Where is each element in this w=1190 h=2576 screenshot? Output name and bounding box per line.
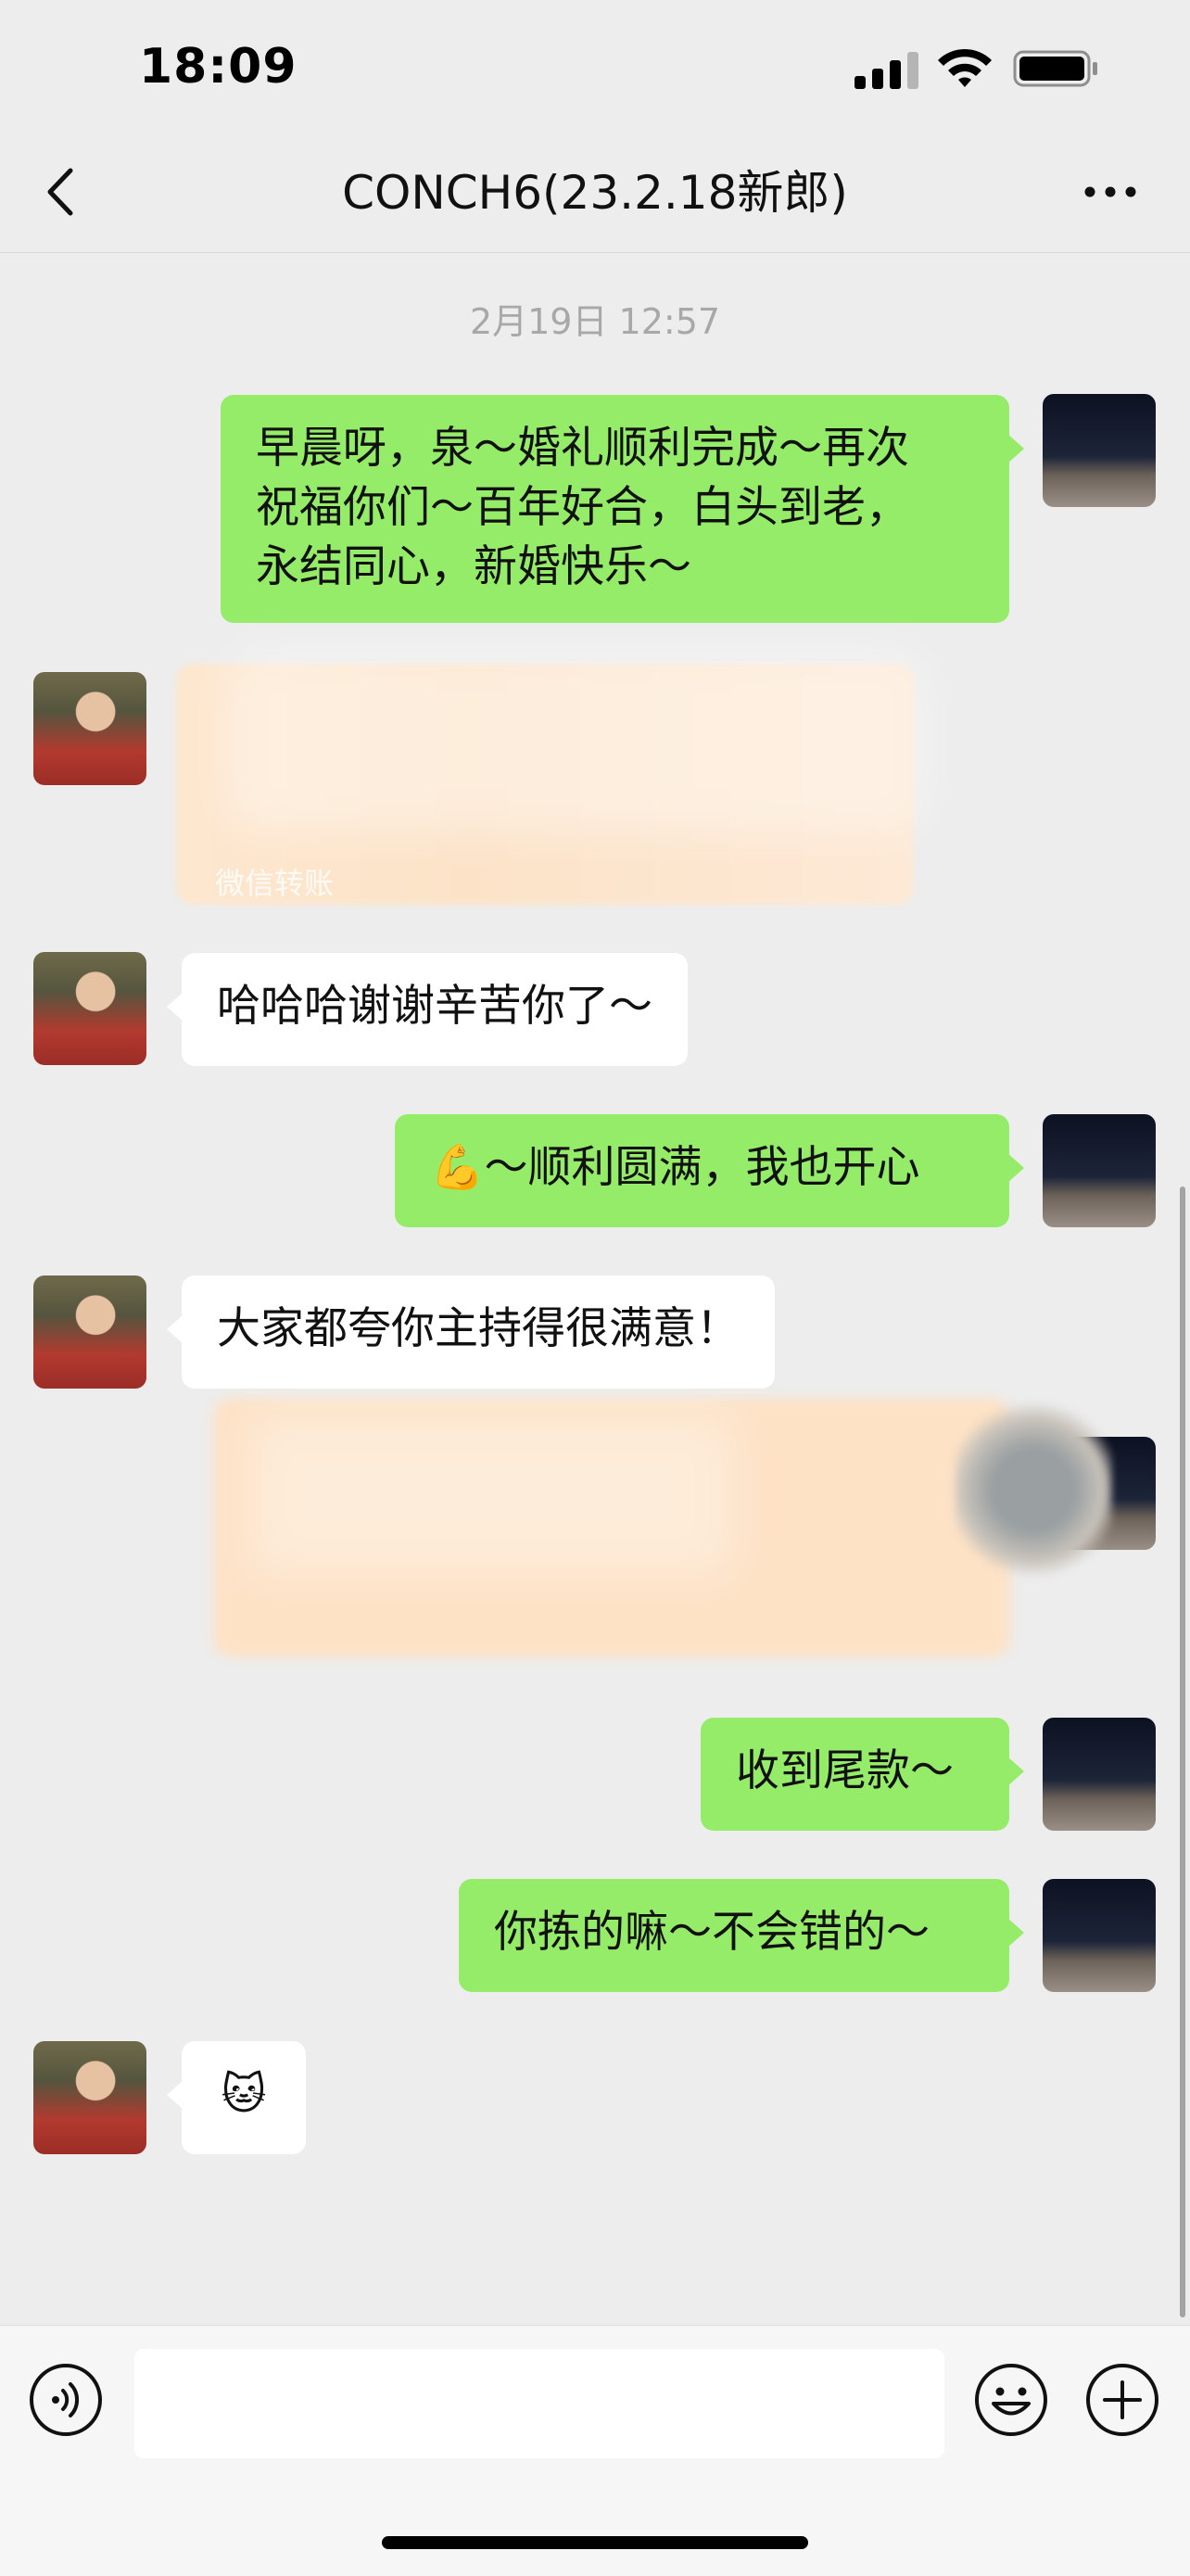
emoji-smile-icon[interactable] [973,2362,1049,2438]
my-avatar[interactable] [1043,1114,1156,1227]
contact-avatar[interactable] [33,952,146,1065]
message-bubble-received[interactable]: 大家都夸你主持得很满意！ [167,1275,775,1389]
message-bubble-sent[interactable]: 你拣的嘛～不会错的～ [459,1879,1024,1992]
voice-icon[interactable] [28,2362,104,2438]
wifi-icon [938,48,992,87]
emoji-message-bubble[interactable]: 🐱 [167,2041,306,2154]
contact-avatar[interactable] [33,2041,146,2154]
status-time: 18:09 [139,39,298,95]
more-dots-icon[interactable] [1082,169,1138,215]
message-timestamp: 2月19日 12:57 [469,301,721,342]
plus-icon[interactable] [1084,2362,1160,2438]
battery-icon [1013,50,1097,87]
message-bubble-sent[interactable]: 早晨呀，泉～婚礼顺利完成～再次 祝福你们～百年好合，白头到老， 永结同心，新婚快… [221,395,1024,623]
message-bubble-received[interactable]: 哈哈哈谢谢辛苦你了～ [167,953,688,1066]
contact-avatar[interactable] [33,1275,146,1389]
chat-title: CONCH6(23.2.18新郎) [342,166,848,220]
cellular-signal-icon [855,48,919,89]
scrollbar[interactable] [1180,1186,1185,2317]
my-avatar[interactable] [1043,1879,1156,1992]
redaction-scribble [955,1402,1112,1578]
transfer-label: 微信转账 [215,866,335,901]
home-indicator [382,2536,808,2549]
message-bubble-sent[interactable]: 💪～顺利圆满，我也开心 [395,1114,1024,1227]
contact-avatar[interactable] [33,672,146,785]
my-avatar[interactable] [1043,394,1156,507]
redaction-overlay [222,649,927,834]
message-bubble-sent[interactable]: 收到尾款～ [701,1718,1024,1831]
redaction-overlay [250,1416,732,1574]
my-avatar[interactable] [1043,1718,1156,1831]
message-input[interactable] [134,2349,944,2458]
